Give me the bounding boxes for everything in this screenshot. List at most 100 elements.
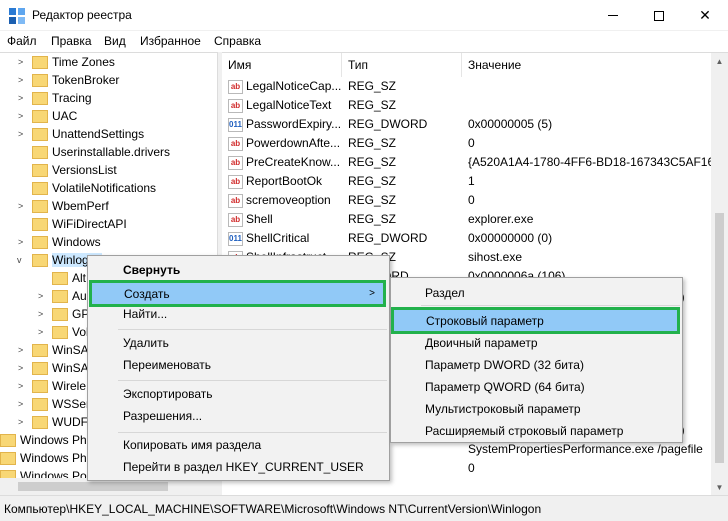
expand-icon[interactable]: > [18, 363, 23, 373]
tree-item[interactable]: Au [52, 287, 87, 305]
folder-icon [32, 163, 48, 177]
tree-item[interactable]: Tracing [32, 89, 92, 107]
expand-icon[interactable]: > [18, 237, 23, 247]
menu-edit[interactable]: Правка [51, 34, 92, 48]
submenu-item-qword-value[interactable]: Параметр QWORD (64 бита) [393, 376, 680, 398]
submenu-item-key[interactable]: Раздел [393, 282, 680, 304]
menu-view[interactable]: Вид [104, 34, 126, 48]
expand-icon[interactable]: > [18, 93, 23, 103]
folder-icon [0, 451, 16, 465]
list-item[interactable]: ab ReportBootOk REG_SZ 1 [222, 173, 712, 192]
tree-item[interactable]: Time Zones [32, 53, 115, 71]
menu-separator [118, 432, 387, 433]
menu-separator [421, 305, 680, 306]
folder-icon [32, 55, 48, 69]
tree-item[interactable]: Windows [32, 233, 101, 251]
minimize-button[interactable] [590, 0, 636, 31]
binary-value-icon: 011 [228, 118, 243, 132]
folder-icon [32, 397, 48, 411]
menu-item-collapse[interactable]: Свернуть [90, 259, 387, 281]
obscured-value: SystemPropertiesPerformance.exe /pagefil… [468, 442, 703, 456]
string-value-icon: ab [228, 99, 243, 113]
expand-icon[interactable]: > [18, 129, 23, 139]
tree-item[interactable]: WUDF [32, 413, 88, 431]
window-title: Редактор реестра [32, 8, 132, 22]
submenu-item-binary-value[interactable]: Двоичный параметр [393, 332, 680, 354]
list-item[interactable]: ab LegalNoticeText REG_SZ [222, 97, 712, 116]
collapse-icon[interactable]: v [17, 255, 22, 265]
menu-file[interactable]: Файл [7, 34, 37, 48]
submenu-item-expandable-string-value[interactable]: Расширяемый строковый параметр [393, 420, 680, 442]
tree-item[interactable]: Windows Pho [0, 449, 93, 467]
list-item[interactable]: ab PowerdownAfte... REG_SZ 0 [222, 135, 712, 154]
column-header-value[interactable]: Значение [462, 53, 712, 77]
expand-icon[interactable]: > [18, 111, 23, 121]
folder-icon [32, 253, 48, 267]
tree-item[interactable]: UnattendSettings [32, 125, 144, 143]
expand-icon[interactable]: > [18, 201, 23, 211]
maximize-button[interactable] [636, 0, 682, 31]
tree-item[interactable]: Alt [52, 269, 86, 287]
column-header-type[interactable]: Тип [342, 53, 462, 77]
context-menu: Свернуть Создать > Найти... Удалить Пере… [87, 255, 390, 481]
tree-item[interactable]: WiFiDirectAPI [32, 215, 127, 233]
list-item[interactable]: 011 ShellCritical REG_DWORD 0x00000000 (0) [222, 230, 712, 249]
scroll-thumb[interactable] [715, 213, 724, 463]
tree-item[interactable]: Wirele [32, 377, 86, 395]
submenu-arrow-icon: > [369, 288, 375, 299]
menu-help[interactable]: Справка [214, 34, 261, 48]
list-item[interactable]: ab scremoveoption REG_SZ 0 [222, 192, 712, 211]
folder-icon [32, 181, 48, 195]
menu-item-export[interactable]: Экспортировать [90, 383, 387, 405]
tree-item[interactable]: TokenBroker [32, 71, 119, 89]
string-value-icon: ab [228, 194, 243, 208]
tree-item[interactable]: GP [52, 305, 89, 323]
menu-favorites[interactable]: Избранное [140, 34, 201, 48]
list-item[interactable]: ab LegalNoticeCap... REG_SZ [222, 78, 712, 97]
expand-icon[interactable]: > [18, 381, 23, 391]
menu-item-delete[interactable]: Удалить [90, 332, 387, 354]
title-bar: Редактор реестра ✕ [0, 0, 728, 31]
expand-icon[interactable]: > [18, 75, 23, 85]
string-value-icon: ab [228, 80, 243, 94]
close-button[interactable]: ✕ [682, 0, 728, 31]
menu-separator [118, 329, 387, 330]
list-item[interactable]: ab PreCreateKnow... REG_SZ {A520A1A4-1780-4… [222, 154, 718, 173]
tree-item[interactable]: VolatileNotifications [32, 179, 156, 197]
submenu-item-string-value[interactable]: Строковый параметр [391, 307, 680, 334]
tree-item[interactable]: WinSA [32, 341, 89, 359]
expand-icon[interactable]: > [18, 417, 23, 427]
menu-item-permissions[interactable]: Разрешения... [90, 405, 387, 427]
tree-item[interactable]: Windows Pho [0, 431, 93, 449]
expand-icon[interactable]: > [38, 327, 43, 337]
menu-item-copy-key-name[interactable]: Копировать имя раздела [90, 434, 387, 456]
scroll-down-icon[interactable]: ▼ [711, 479, 728, 495]
list-item[interactable]: 011 PasswordExpiry... REG_DWORD 0x00000005 … [222, 116, 712, 135]
expand-icon[interactable]: > [18, 345, 23, 355]
tree-item[interactable]: WinSA [32, 359, 89, 377]
tree-item[interactable]: VersionsList [32, 161, 117, 179]
folder-icon [32, 379, 48, 393]
submenu-item-dword-value[interactable]: Параметр DWORD (32 бита) [393, 354, 680, 376]
menu-separator [118, 380, 387, 381]
folder-icon [32, 199, 48, 213]
scroll-thumb[interactable] [18, 482, 168, 491]
menu-item-rename[interactable]: Переименовать [90, 354, 387, 376]
expand-icon[interactable]: > [18, 399, 23, 409]
list-vertical-scrollbar[interactable]: ▲ ▼ [711, 53, 728, 495]
column-header-name[interactable]: Имя [222, 53, 342, 77]
folder-icon [32, 91, 48, 105]
tree-item[interactable]: WbemPerf [32, 197, 109, 215]
list-item[interactable]: ab Shell REG_SZ explorer.exe [222, 211, 712, 230]
tree-item[interactable]: Userinstallable.drivers [32, 143, 170, 161]
tree-item[interactable]: UAC [32, 107, 77, 125]
expand-icon[interactable]: > [38, 309, 43, 319]
folder-icon [32, 235, 48, 249]
tree-item[interactable]: Vol [52, 323, 89, 341]
menu-item-goto-hkcu[interactable]: Перейти в раздел HKEY_CURRENT_USER [90, 456, 387, 478]
expand-icon[interactable]: > [38, 291, 43, 301]
menu-item-find[interactable]: Найти... [90, 303, 387, 325]
expand-icon[interactable]: > [18, 57, 23, 67]
submenu-item-multistring-value[interactable]: Мультистроковый параметр [393, 398, 680, 420]
scroll-up-icon[interactable]: ▲ [711, 53, 728, 70]
